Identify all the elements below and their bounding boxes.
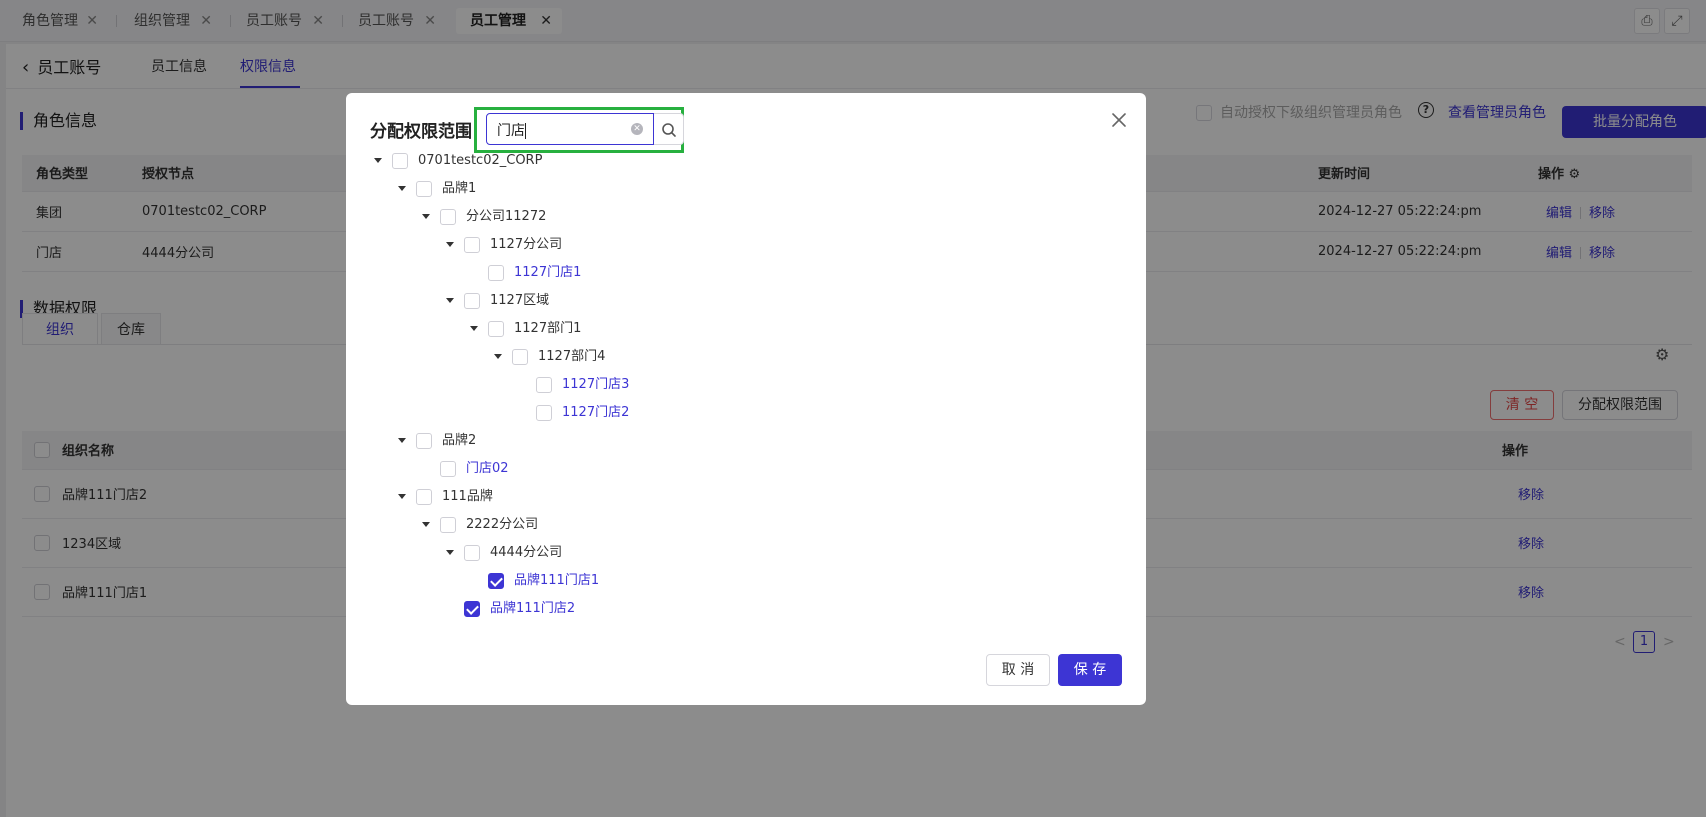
tree-node[interactable]: 1127门店3 xyxy=(536,373,629,397)
caret-down-icon[interactable] xyxy=(422,214,430,219)
caret-down-icon[interactable] xyxy=(398,494,406,499)
tree-node-label: 2222分公司 xyxy=(466,517,539,532)
tree-node-label: 1127区域 xyxy=(490,293,550,308)
caret-down-icon[interactable] xyxy=(446,298,454,303)
tree-node[interactable]: 1127门店2 xyxy=(536,401,629,425)
tree-node-label: 1127门店1 xyxy=(514,265,582,280)
tree-node-label: 品牌1 xyxy=(442,181,477,196)
clear-icon[interactable]: ✕ xyxy=(631,123,643,135)
tree-node[interactable]: 111品牌 xyxy=(398,485,493,509)
cancel-button[interactable]: 取 消 xyxy=(986,654,1050,686)
caret-down-icon[interactable] xyxy=(374,158,382,163)
tree-node-label: 1127门店2 xyxy=(562,405,630,420)
tree-node-checkbox[interactable] xyxy=(416,432,432,449)
tree-node-checkbox[interactable] xyxy=(416,488,432,505)
tree-node[interactable]: 0701testc02_CORP xyxy=(374,149,542,173)
tree-node[interactable]: 1127部门1 xyxy=(470,317,581,341)
assign-scope-dialog: 分配权限范围 门店 ✕ 0701testc02_CORP 品牌1 分公司11272 1… xyxy=(346,93,1146,705)
tree-node-label: 111品牌 xyxy=(442,489,493,504)
caret-down-icon[interactable] xyxy=(398,438,406,443)
tree-node-label: 门店02 xyxy=(466,461,509,476)
caret-down-icon[interactable] xyxy=(446,242,454,247)
tree-node-label: 4444分公司 xyxy=(490,545,563,560)
caret-down-icon[interactable] xyxy=(398,186,406,191)
tree-node-label: 1127门店3 xyxy=(562,377,630,392)
tree-node[interactable]: 品牌111门店1 xyxy=(488,569,599,593)
search-icon xyxy=(662,123,676,137)
tree-node-checkbox[interactable] xyxy=(488,320,504,337)
tree-node[interactable]: 1127区域 xyxy=(446,289,549,313)
tree-node-label: 品牌111门店2 xyxy=(490,601,576,616)
search-input-value-wrap: 门店 xyxy=(497,120,526,140)
tree-node-label: 1127部门1 xyxy=(514,321,582,336)
dialog-title: 分配权限范围 xyxy=(370,122,472,142)
search-input-value: 门店 xyxy=(497,123,525,139)
tree-node-checkbox[interactable] xyxy=(464,600,480,617)
tree-node-checkbox[interactable] xyxy=(440,208,456,225)
tree-node-checkbox[interactable] xyxy=(440,516,456,533)
search-input[interactable]: 门店 ✕ xyxy=(486,113,654,145)
tree-node[interactable]: 分公司11272 xyxy=(422,205,546,229)
tree-node[interactable]: 1127门店1 xyxy=(488,261,581,285)
caret-down-icon[interactable] xyxy=(422,522,430,527)
tree-node[interactable]: 品牌1 xyxy=(398,177,476,201)
caret-down-icon[interactable] xyxy=(446,550,454,555)
tree-node-checkbox[interactable] xyxy=(536,376,552,393)
tree-node-label: 0701testc02_CORP xyxy=(418,153,543,168)
text-caret xyxy=(525,123,526,139)
tree-node-checkbox[interactable] xyxy=(392,152,408,169)
tree-node[interactable]: 门店02 xyxy=(440,457,509,481)
caret-down-icon[interactable] xyxy=(470,326,478,331)
search-button[interactable] xyxy=(654,113,684,145)
tree-node-checkbox[interactable] xyxy=(536,404,552,421)
tree-node[interactable]: 2222分公司 xyxy=(422,513,538,537)
tree-node[interactable]: 1127部门4 xyxy=(494,345,605,369)
tree-node[interactable]: 1127分公司 xyxy=(446,233,562,257)
tree-node-checkbox[interactable] xyxy=(488,572,504,589)
caret-down-icon[interactable] xyxy=(494,354,502,359)
tree-node-checkbox[interactable] xyxy=(464,292,480,309)
tree-node[interactable]: 品牌111门店2 xyxy=(464,597,575,621)
tree-node-label: 品牌111门店1 xyxy=(514,573,600,588)
tree-node-checkbox[interactable] xyxy=(464,544,480,561)
tree-node-checkbox[interactable] xyxy=(512,348,528,365)
close-icon[interactable] xyxy=(1108,109,1130,131)
tree-node[interactable]: 品牌2 xyxy=(398,429,476,453)
tree-node-label: 品牌2 xyxy=(442,433,477,448)
save-button[interactable]: 保 存 xyxy=(1058,654,1122,686)
tree-node-checkbox[interactable] xyxy=(464,236,480,253)
tree-node-label: 分公司11272 xyxy=(466,209,547,224)
tree-node[interactable]: 4444分公司 xyxy=(446,541,562,565)
tree-node-checkbox[interactable] xyxy=(416,180,432,197)
tree-node-checkbox[interactable] xyxy=(488,264,504,281)
tree-node-checkbox[interactable] xyxy=(440,460,456,477)
tree-node-label: 1127部门4 xyxy=(538,349,606,364)
tree-node-label: 1127分公司 xyxy=(490,237,563,252)
